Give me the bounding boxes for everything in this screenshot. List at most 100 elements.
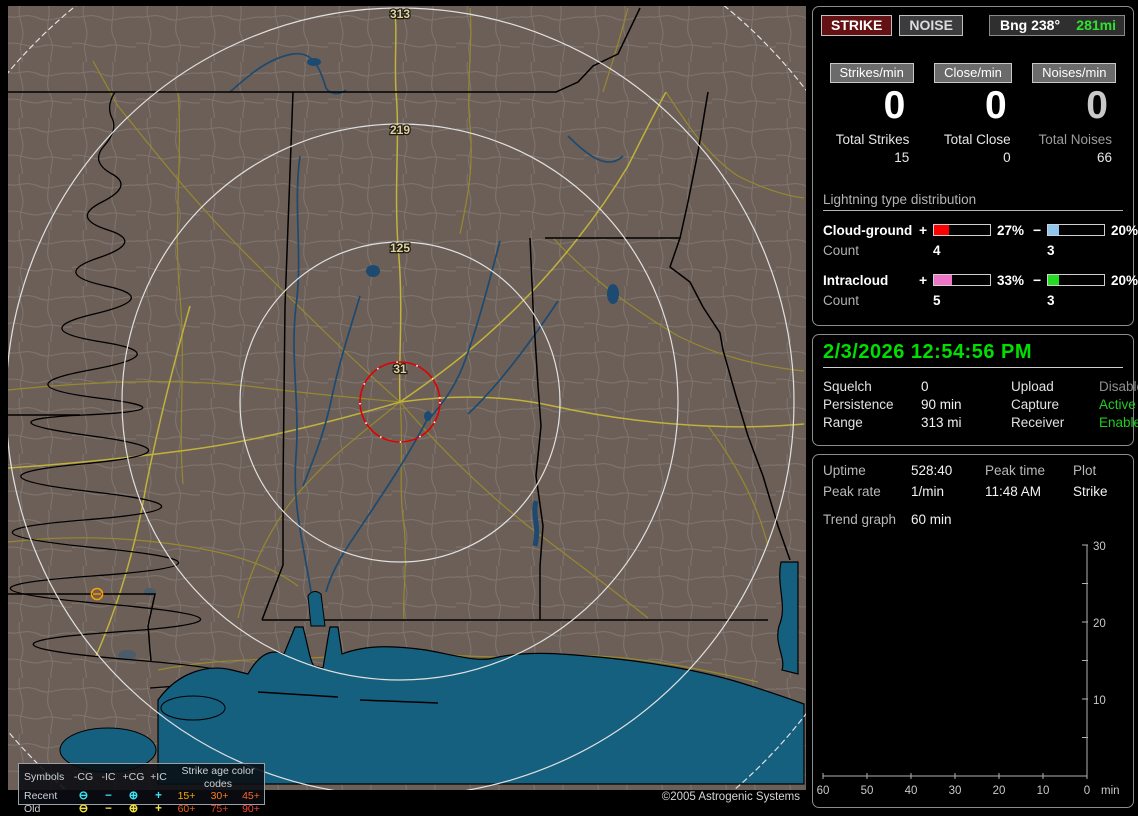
close-per-min-chip: Close/min (934, 63, 1012, 83)
cloud-ground-count-row: Count 4 3 (821, 243, 1125, 258)
intracloud-label: Intracloud (823, 272, 889, 288)
noises-per-min-value: 0 (1086, 84, 1108, 127)
close-per-min-value: 0 (984, 84, 1007, 127)
peak-time-label: Peak time (985, 463, 1046, 478)
map-canvas: 313 219 125 31 (8, 6, 806, 790)
legend-col-pos-cg: +CG (122, 771, 145, 784)
upload-status: Disabled (1099, 379, 1138, 394)
peak-time-value: 11:48 AM (985, 484, 1042, 499)
lightning-map[interactable]: 313 219 125 31 Symbols -CG -IC +CG +IC S… (8, 6, 806, 815)
x-tick-30: 30 (949, 785, 962, 797)
squelch-value: 0 (921, 379, 929, 394)
copyright-text: ©2005 Astrogenic Systems (661, 791, 800, 803)
bearing-label: Bng 238° (1000, 17, 1061, 33)
intracloud-count-row: Count 5 3 (821, 293, 1125, 308)
ic-plus-pct: 33% (997, 272, 1025, 288)
trend-graph-value: 60 min (911, 512, 952, 527)
datetime-divider (823, 367, 1123, 368)
legend-col-neg-cg: -CG (73, 771, 94, 784)
pos-cg-old-icon: ⊕ (128, 802, 139, 815)
pos-ic-old-icon: + (155, 802, 162, 815)
cloud-ground-label: Cloud-ground (823, 222, 913, 238)
y-tick-20: 20 (1093, 618, 1106, 630)
cg-minus-pct: 20% (1111, 222, 1138, 238)
noise-toggle-button[interactable]: NOISE (899, 15, 963, 36)
cg-plus-count: 4 (933, 243, 941, 258)
capture-status: Active (1099, 397, 1136, 412)
cg-plus-bar (933, 224, 991, 236)
persistence-value: 90 min (921, 397, 962, 412)
minus-sign: − (1033, 222, 1042, 238)
receiver-label: Receiver (1011, 415, 1065, 430)
age-60: 60+ (177, 802, 196, 815)
x-tick-50: 50 (861, 785, 874, 797)
total-noises-value: 66 (1096, 150, 1112, 165)
ring-label-219: 219 (390, 123, 410, 137)
strike-stats-box: STRIKE NOISE Bng 238° 281mi Strikes/min … (812, 6, 1138, 326)
receiver-status-box: 2/3/2026 12:54:56 PM Squelch 0 Upload Di… (812, 334, 1138, 446)
cg-plus-pct: 27% (997, 222, 1025, 238)
bearing-range: 281mi (1076, 17, 1116, 33)
cloud-ground-row: Cloud-ground + 27% − 20% (821, 222, 1138, 238)
trend-chart: 30 20 10 60 50 40 30 20 10 0 min (817, 541, 1120, 797)
range-value: 313 mi (921, 415, 962, 430)
legend-symbols-title: Symbols (24, 771, 65, 784)
plot-label: Plot (1073, 463, 1097, 478)
ic-plus-bar (933, 274, 991, 286)
plus-sign: + (919, 272, 928, 288)
x-axis-unit: min (1101, 785, 1120, 797)
trend-graph-label: Trend graph (823, 512, 897, 527)
receiver-status: Enabled (1099, 415, 1138, 430)
ic-minus-pct: 20% (1111, 272, 1138, 288)
total-close-value: 0 (1003, 150, 1011, 165)
noises-per-min-chip: Noises/min (1032, 63, 1117, 83)
strike-toggle-button[interactable]: STRIKE (821, 15, 893, 36)
trend-box: Uptime 528:40 Peak time Plot Peak rate 1… (812, 454, 1134, 808)
age-75: 75+ (210, 802, 229, 815)
y-tick-30: 30 (1093, 541, 1106, 553)
capture-label: Capture (1011, 397, 1060, 412)
x-tick-40: 40 (905, 785, 918, 797)
distribution-title: Lightning type distribution (823, 192, 1123, 211)
cg-minus-count: 3 (1047, 243, 1055, 258)
peak-rate-value: 1/min (911, 484, 945, 499)
x-tick-10: 10 (1037, 785, 1050, 797)
total-close-label: Total Close (943, 132, 1011, 147)
persistence-label: Persistence (823, 397, 894, 412)
neg-cg-old-icon: ⊖ (78, 802, 89, 815)
plus-sign: + (919, 222, 928, 238)
peak-rate-label: Peak rate (823, 484, 881, 499)
bearing-display: Bng 238° 281mi (989, 15, 1125, 36)
neg-ic-old-icon: − (105, 802, 112, 815)
intracloud-row: Intracloud + 33% − 20% (821, 272, 1138, 288)
strikes-per-min-chip: Strikes/min (829, 63, 914, 83)
legend-row-old: Old (24, 802, 41, 815)
x-tick-20: 20 (993, 785, 1006, 797)
ic-minus-bar (1047, 274, 1105, 286)
ic-plus-count: 5 (933, 293, 941, 308)
legend-col-pos-ic: +IC (150, 771, 167, 784)
y-tick-10: 10 (1093, 695, 1106, 707)
x-tick-0: 0 (1084, 785, 1090, 797)
ring-label-125: 125 (390, 241, 410, 255)
total-strikes-value: 15 (894, 150, 910, 165)
status-panel: STRIKE NOISE Bng 238° 281mi Strikes/min … (812, 6, 1138, 816)
strikes-per-min-value: 0 (883, 84, 906, 127)
age-90: 90+ (242, 802, 260, 815)
legend-age-title: Strike age color codes (181, 765, 255, 790)
range-label: Range (823, 415, 863, 430)
ring-label-31: 31 (393, 362, 407, 376)
minus-sign: − (1033, 272, 1042, 288)
cg-minus-bar (1047, 224, 1105, 236)
total-strikes-label: Total Strikes (835, 132, 910, 147)
legend-col-neg-ic: -IC (101, 771, 116, 784)
uptime-value: 528:40 (911, 463, 953, 478)
ic-minus-count: 3 (1047, 293, 1055, 308)
total-noises-label: Total Noises (1038, 132, 1112, 147)
upload-label: Upload (1011, 379, 1054, 394)
cg-count-label: Count (823, 243, 860, 258)
ring-label-313: 313 (390, 7, 410, 21)
datetime-display: 2/3/2026 12:54:56 PM (823, 341, 1033, 363)
x-tick-60: 60 (817, 785, 829, 797)
uptime-label: Uptime (823, 463, 866, 478)
